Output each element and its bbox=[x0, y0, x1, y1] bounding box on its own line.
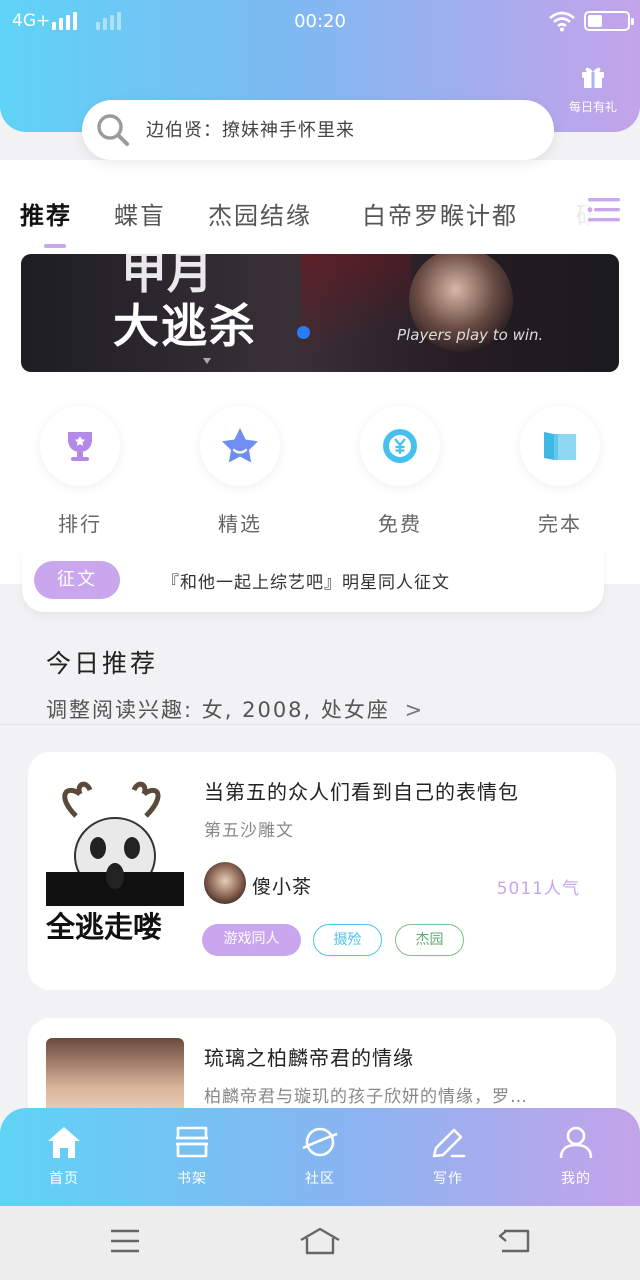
clock: 00:20 bbox=[294, 11, 346, 32]
chevron-right-icon: > bbox=[404, 698, 425, 722]
popularity-count: 5011人气 bbox=[496, 879, 580, 899]
search-input[interactable] bbox=[146, 119, 526, 141]
pen-icon bbox=[432, 1128, 466, 1158]
tab-label: 书架 bbox=[177, 1171, 207, 1187]
status-bar: 4G+ 00:20 bbox=[0, 0, 640, 44]
banner-title-line2: 大逃杀 bbox=[113, 299, 257, 353]
tab-write[interactable]: 写作 bbox=[408, 1124, 488, 1188]
book-description: 第五沙雕文 bbox=[204, 821, 294, 841]
reading-interest-link[interactable]: 调整阅读兴趣: 女, 2008, 处女座 > bbox=[46, 694, 424, 724]
section-title: 今日推荐 bbox=[46, 649, 159, 678]
tab-label: 写作 bbox=[433, 1171, 463, 1187]
home-icon bbox=[48, 1127, 80, 1158]
tab-label: 社区 bbox=[305, 1171, 335, 1187]
back-icon[interactable] bbox=[496, 1226, 532, 1256]
book-title: 琉璃之柏麟帝君的情缘 bbox=[204, 1046, 414, 1070]
tab-label: 我的 bbox=[561, 1171, 591, 1187]
tab-category-2[interactable]: 蝶盲 bbox=[114, 196, 166, 231]
tab-menu-icon[interactable] bbox=[586, 196, 622, 228]
yen-refresh-icon bbox=[383, 429, 417, 463]
tab-label: 首页 bbox=[49, 1171, 79, 1187]
quick-entry-label: 免费 bbox=[378, 512, 422, 536]
search-bar[interactable] bbox=[82, 100, 554, 160]
quick-entry-label: 完本 bbox=[538, 512, 582, 536]
tab-recommend[interactable]: 推荐 bbox=[20, 196, 72, 231]
book-icon bbox=[544, 432, 576, 460]
book-card[interactable]: 全逃走喽 当第五的众人们看到自己的表情包 第五沙雕文 傻小茶 5011人气 游戏… bbox=[28, 752, 616, 990]
banner-decoration bbox=[301, 254, 411, 372]
tag[interactable]: 摄殓 bbox=[313, 924, 382, 956]
tab-category-3[interactable]: 杰园结缘 bbox=[208, 196, 312, 231]
planet-icon bbox=[302, 1127, 338, 1157]
tag[interactable]: 杰园 bbox=[395, 924, 464, 956]
quick-entry-ranking[interactable]: 排行 bbox=[40, 406, 120, 537]
book-title: 当第五的众人们看到自己的表情包 bbox=[204, 780, 519, 804]
divider bbox=[0, 724, 640, 725]
system-navigation-bar bbox=[0, 1206, 640, 1280]
user-icon bbox=[559, 1126, 593, 1159]
trophy-icon bbox=[68, 432, 92, 461]
search-icon bbox=[97, 114, 129, 146]
tab-community[interactable]: 社区 bbox=[280, 1124, 360, 1188]
banner-indicator-dot bbox=[297, 326, 310, 339]
wifi-icon bbox=[549, 11, 575, 32]
contest-notice[interactable]: 征文 『和他一起上综艺吧』明星同人征文 bbox=[22, 548, 604, 612]
promo-banner[interactable]: 甲月 大逃杀 Players play to win. bbox=[21, 254, 619, 372]
book-description: 柏麟帝君与璇玑的孩子欣妍的情缘，罗… bbox=[204, 1087, 528, 1107]
tab-profile[interactable]: 我的 bbox=[536, 1124, 616, 1188]
tab-category-4[interactable]: 白帝罗睺计都 bbox=[362, 196, 518, 231]
daily-gift-label: 每日有礼 bbox=[568, 100, 617, 114]
quick-entry-label: 精选 bbox=[218, 512, 262, 536]
contest-text: 『和他一起上综艺吧』明星同人征文 bbox=[162, 573, 450, 593]
battery-icon bbox=[584, 11, 634, 31]
meme-illustration bbox=[46, 781, 184, 906]
bottom-tab-bar: 首页 书架 社区 写作 我的 bbox=[0, 1108, 640, 1206]
tag[interactable]: 游戏同人 bbox=[202, 924, 301, 956]
category-tabs: 推荐 蝶盲 杰园结缘 白帝罗睺计都 研 bbox=[0, 190, 640, 250]
tab-home[interactable]: 首页 bbox=[24, 1124, 104, 1188]
bookshelf-icon bbox=[176, 1126, 208, 1158]
reading-interest-text: 调整阅读兴趣: 女, 2008, 处女座 bbox=[46, 698, 390, 722]
home-nav-icon[interactable] bbox=[298, 1226, 342, 1256]
banner-subtitle: Players play to win. bbox=[397, 326, 544, 344]
tab-bookshelf[interactable]: 书架 bbox=[152, 1124, 232, 1188]
author-avatar bbox=[204, 862, 246, 904]
book-cover: 全逃走喽 bbox=[46, 776, 184, 966]
banner-marker bbox=[203, 358, 211, 364]
menu-icon[interactable] bbox=[108, 1226, 142, 1256]
quick-entry-featured[interactable]: 精选 bbox=[200, 406, 280, 537]
quick-entry-label: 排行 bbox=[58, 512, 102, 536]
star-icon bbox=[222, 428, 258, 463]
author-name: 傻小茶 bbox=[252, 876, 313, 898]
contest-badge: 征文 bbox=[34, 561, 120, 599]
cover-caption: 全逃走喽 bbox=[46, 910, 163, 944]
quick-entry-free[interactable]: 免费 bbox=[360, 406, 440, 537]
quick-entry-completed[interactable]: 完本 bbox=[520, 406, 600, 537]
active-tab-indicator bbox=[44, 244, 66, 248]
gift-icon bbox=[582, 67, 604, 88]
daily-gift-button[interactable]: 每日有礼 bbox=[556, 62, 630, 115]
